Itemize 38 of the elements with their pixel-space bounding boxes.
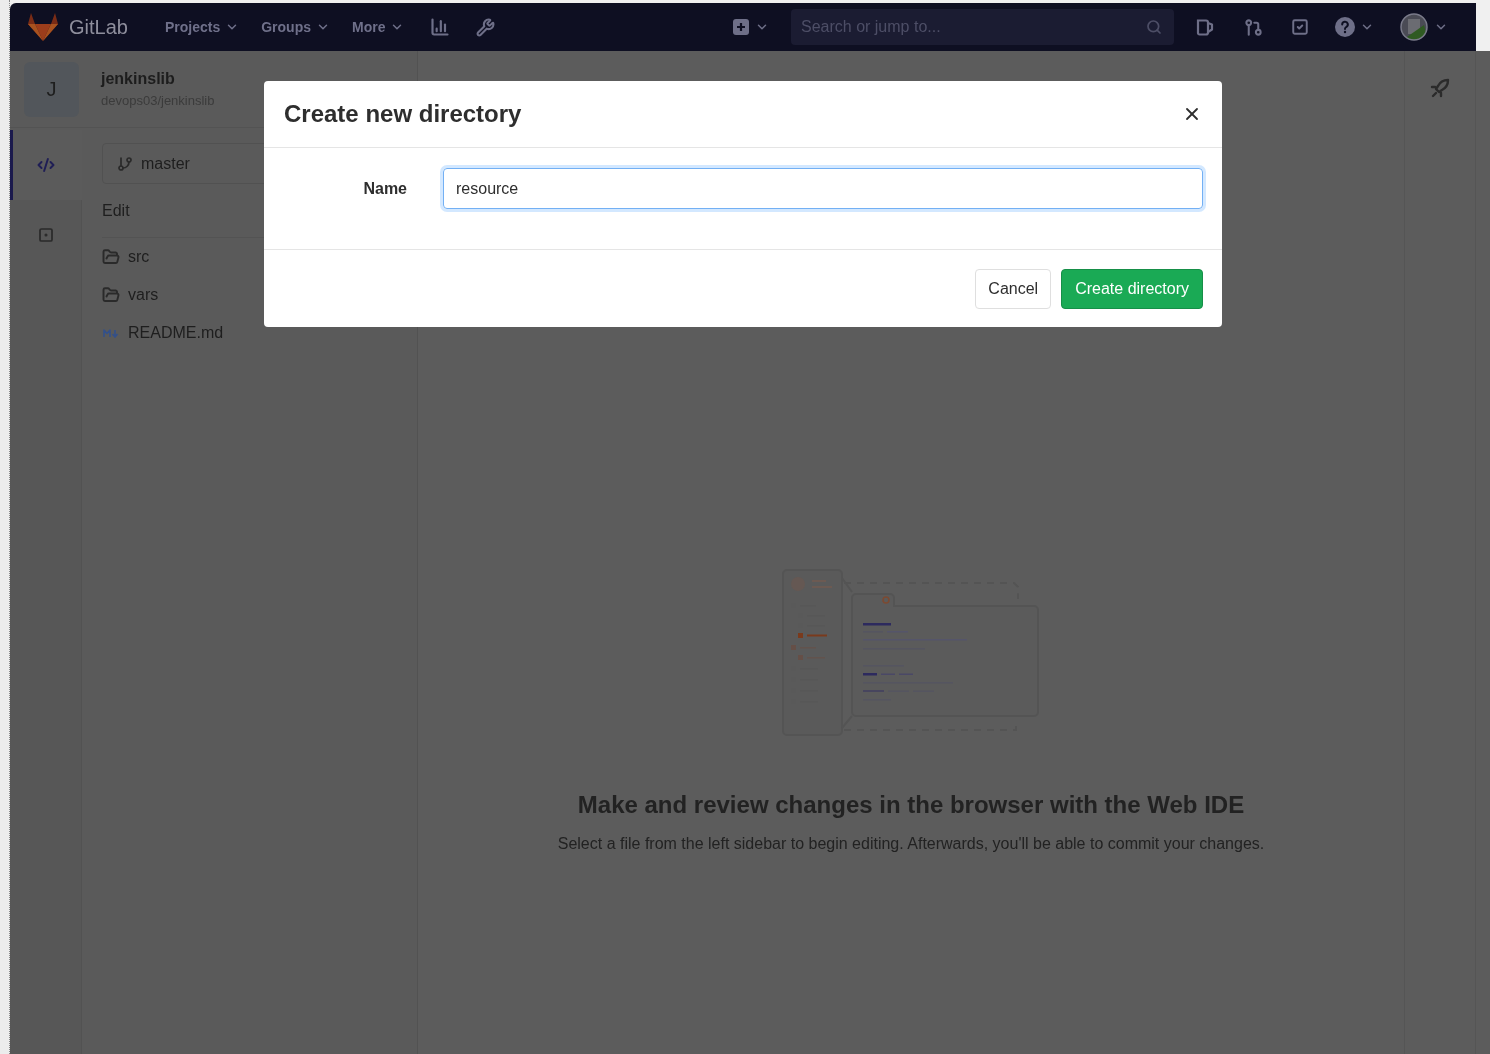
cancel-button[interactable]: Cancel xyxy=(975,268,1052,309)
help-icon xyxy=(1335,17,1355,37)
nav-menu[interactable]: More xyxy=(351,16,405,38)
plus-square-icon xyxy=(733,19,749,35)
nav-menu[interactable]: Groups xyxy=(261,16,330,38)
folder-icon xyxy=(102,248,120,266)
section-heading: Edit xyxy=(102,200,130,221)
merge-request-icon[interactable] xyxy=(1244,17,1263,37)
empty-state-title: Make and review changes in the browser with the Web IDE xyxy=(577,790,1245,820)
markdown-icon xyxy=(103,328,119,338)
code-icon xyxy=(37,156,55,174)
empty-state-description: Select a file from the left sidebar to begin editing. Afterwards, you'll be able to commit your changes. xyxy=(557,834,1265,854)
wrench-icon[interactable] xyxy=(476,17,496,37)
project-avatar: J xyxy=(24,61,79,117)
avatar-icon xyxy=(1400,13,1428,41)
file-name[interactable]: README.md xyxy=(128,321,224,345)
brand-name[interactable]: GitLab xyxy=(69,12,128,42)
fox-logo-icon[interactable] xyxy=(28,13,58,41)
file-name[interactable]: vars xyxy=(128,283,159,307)
file-tree-item[interactable]: src xyxy=(102,238,397,276)
mug-icon[interactable] xyxy=(1196,18,1214,36)
new-menu[interactable] xyxy=(733,19,769,35)
checkbox-icon[interactable] xyxy=(1291,18,1309,36)
file-name[interactable]: src xyxy=(128,245,150,269)
dialog-title: Create new directory xyxy=(284,99,522,129)
bar-chart-icon[interactable] xyxy=(430,17,451,37)
search-icon xyxy=(1146,19,1162,35)
project-name[interactable]: jenkinslib xyxy=(101,68,215,89)
file-tree-item[interactable]: README.md xyxy=(102,314,397,352)
nav-menu[interactable]: Projects xyxy=(164,16,240,38)
folder-icon xyxy=(102,286,120,304)
help-menu[interactable] xyxy=(1335,17,1374,37)
create-directory-button[interactable]: Create directory xyxy=(1061,268,1203,309)
file-tree-item[interactable]: vars xyxy=(102,276,397,314)
branch-icon xyxy=(117,155,133,172)
name-input[interactable]: resource xyxy=(443,168,1203,209)
rocket-icon[interactable] xyxy=(1430,78,1450,98)
user-menu[interactable] xyxy=(1400,13,1448,41)
